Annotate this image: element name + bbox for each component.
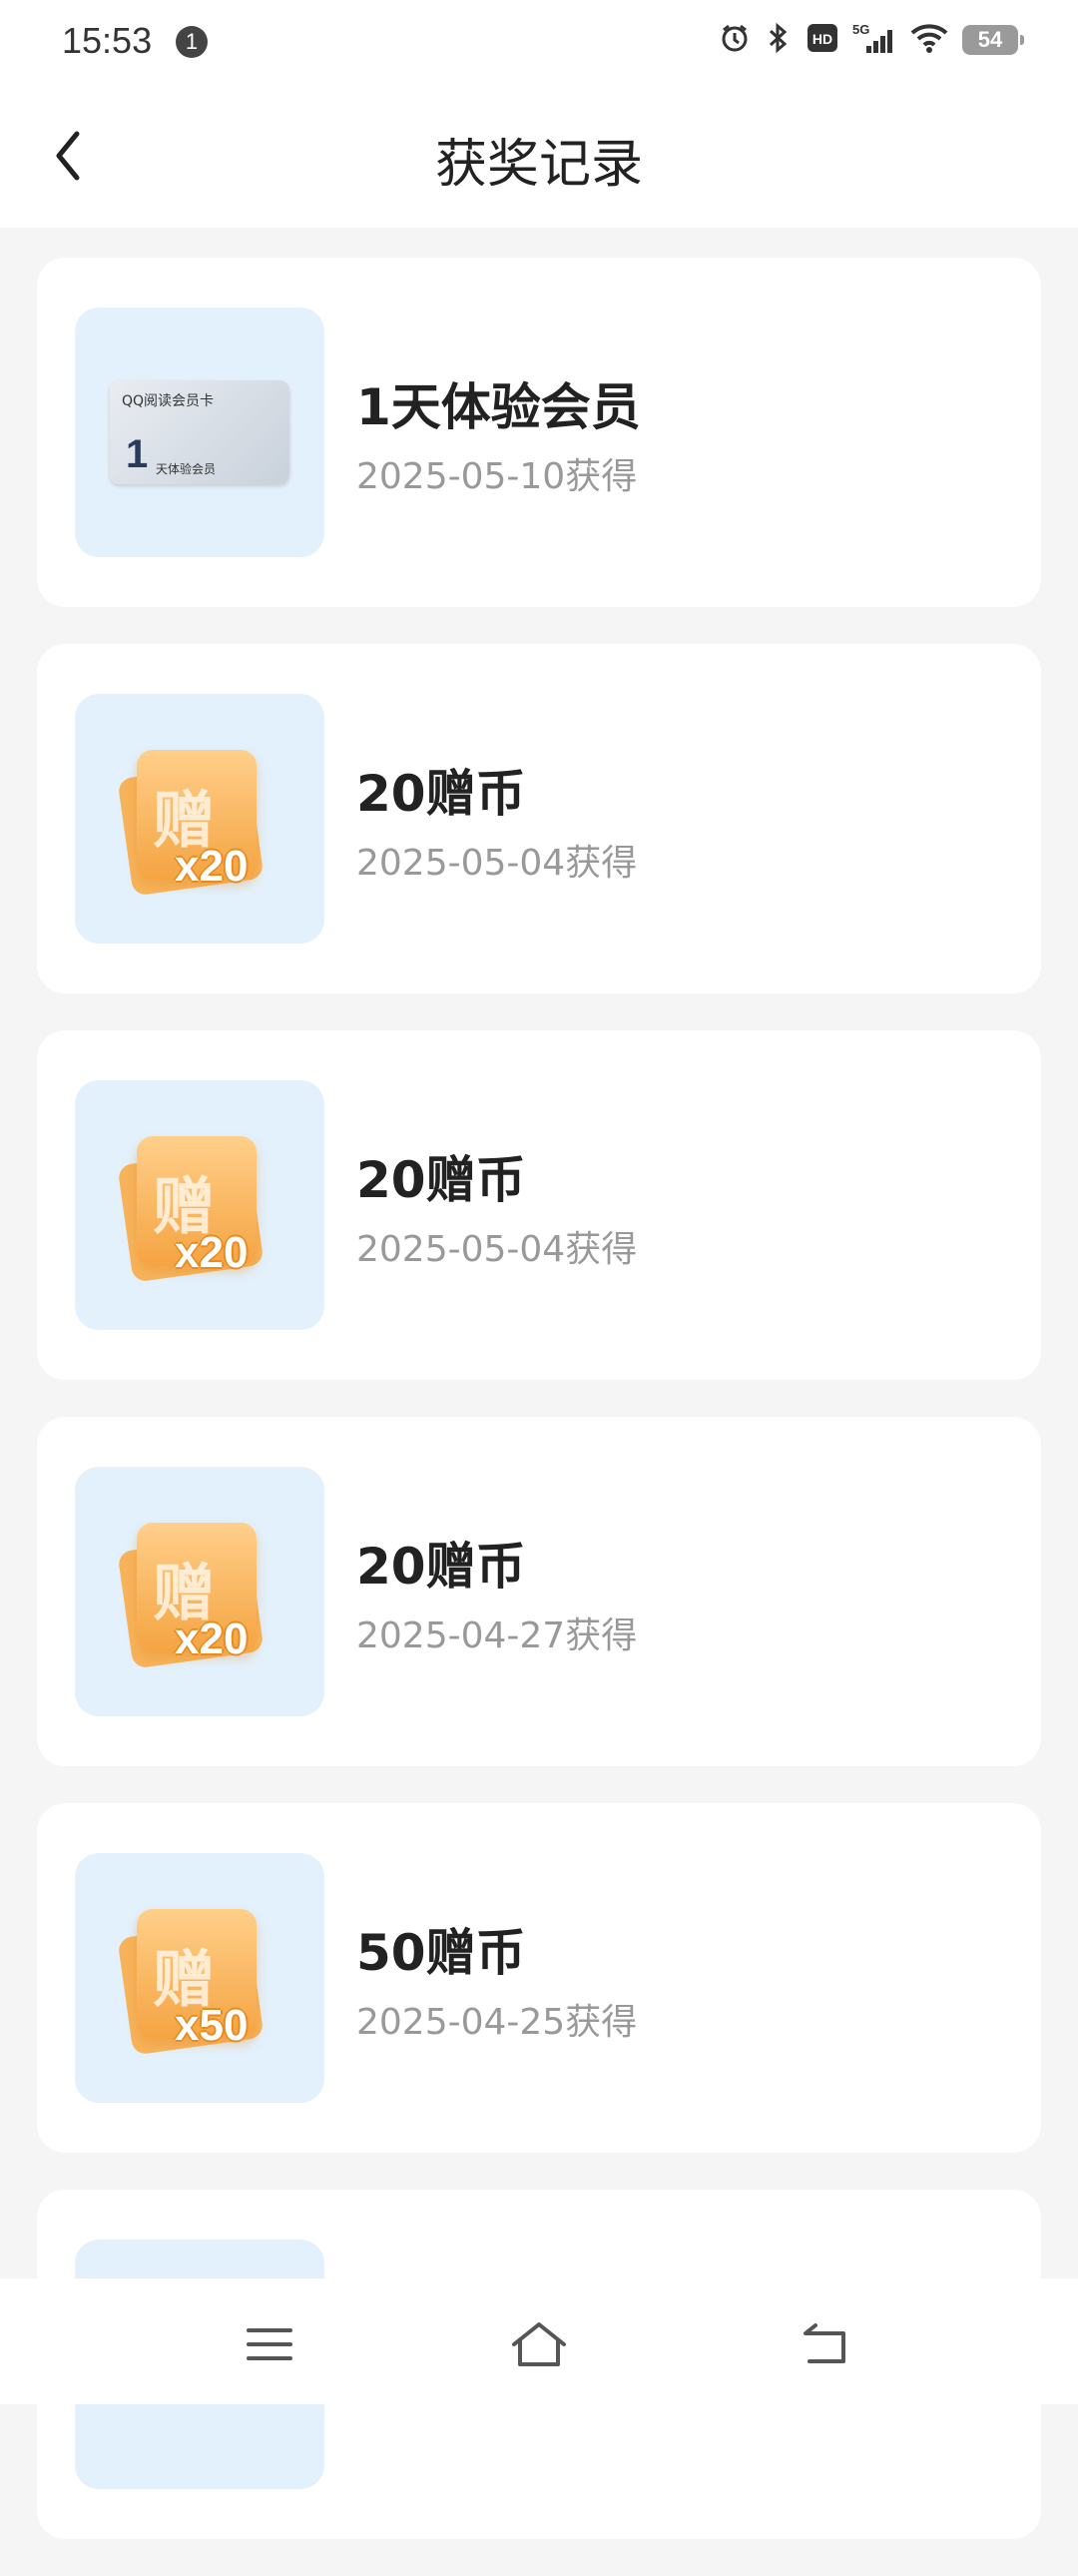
record-title: 1天体验会员 [356, 378, 641, 436]
battery-icon: 54 [962, 25, 1024, 55]
home-button[interactable] [509, 2314, 569, 2374]
record-title: 20赠币 [356, 1538, 526, 1596]
bluetooth-icon [765, 22, 793, 58]
record-card[interactable]: QQ阅读会员卡 1 天体验会员 1天体验会员 2025-05-10获得 [37, 258, 1041, 607]
gift-coin-icon: 赠 x20 [115, 734, 284, 904]
record-thumbnail: QQ阅读会员卡 1 天体验会员 [75, 308, 324, 557]
member-card-label: 天体验会员 [156, 462, 217, 476]
coin-multiplier: x20 [175, 1228, 249, 1277]
member-card-image: QQ阅读会员卡 1 天体验会员 [110, 380, 289, 484]
nav-bar: 获奖记录 [0, 86, 1078, 228]
signal-icon: 5G [852, 22, 896, 58]
record-card[interactable]: 赠 x50 50赠币 2025-04-25获得 [37, 1803, 1041, 2153]
gift-coin-icon: 赠 x20 [115, 1120, 284, 1290]
record-date: 2025-05-04获得 [356, 843, 638, 884]
hd-icon: HD [807, 23, 838, 57]
coin-multiplier: x20 [175, 1614, 249, 1663]
gift-coin-icon: 赠 x20 [115, 1507, 284, 1676]
system-back-button[interactable] [795, 2314, 854, 2374]
notification-badge: 1 [176, 26, 208, 58]
home-icon [512, 2322, 566, 2366]
record-date: 2025-05-04获得 [356, 1229, 638, 1270]
page-title: 获奖记录 [434, 135, 643, 195]
system-nav-bar [0, 2278, 1078, 2404]
record-card[interactable]: 赠 x20 20赠币 2025-04-27获得 [37, 1417, 1041, 1766]
record-card[interactable]: 赠 x20 20赠币 2025-05-04获得 [37, 1030, 1041, 1380]
member-card-brand: QQ阅读会员卡 [122, 393, 215, 409]
gift-coin-icon: 赠 x50 [115, 1893, 284, 2063]
record-thumbnail: 赠 x20 [75, 1467, 324, 1716]
menu-icon [247, 2328, 292, 2360]
record-thumbnail: 赠 x20 [75, 1080, 324, 1330]
status-icons: HD 5G 54 [719, 22, 1024, 58]
record-thumbnail: 赠 x20 [75, 694, 324, 944]
wifi-icon [910, 22, 948, 58]
record-date: 2025-04-27获得 [356, 1615, 638, 1656]
record-card[interactable]: 赠 x20 20赠币 2025-05-04获得 [37, 644, 1041, 993]
records-list: QQ阅读会员卡 1 天体验会员 1天体验会员 2025-05-10获得 赠 x2… [37, 258, 1041, 2576]
member-card-number: 1 [126, 432, 149, 476]
record-thumbnail: 赠 x50 [75, 1853, 324, 2103]
svg-text:HD: HD [812, 31, 832, 47]
record-title: 50赠币 [356, 1924, 526, 1982]
status-time: 15:53 [62, 20, 153, 61]
alarm-icon [719, 22, 751, 58]
record-title: 20赠币 [356, 1151, 526, 1209]
menu-button[interactable] [240, 2314, 299, 2374]
coin-multiplier: x50 [175, 2001, 249, 2050]
record-date: 2025-04-25获得 [356, 2002, 638, 2043]
back-icon [804, 2323, 845, 2363]
svg-text:5G: 5G [852, 22, 869, 37]
record-date: 2025-05-10获得 [356, 456, 638, 497]
status-bar: 15:53 1 HD 5G 54 [0, 0, 1078, 86]
coin-multiplier: x20 [175, 842, 249, 891]
record-title: 20赠币 [356, 765, 526, 823]
